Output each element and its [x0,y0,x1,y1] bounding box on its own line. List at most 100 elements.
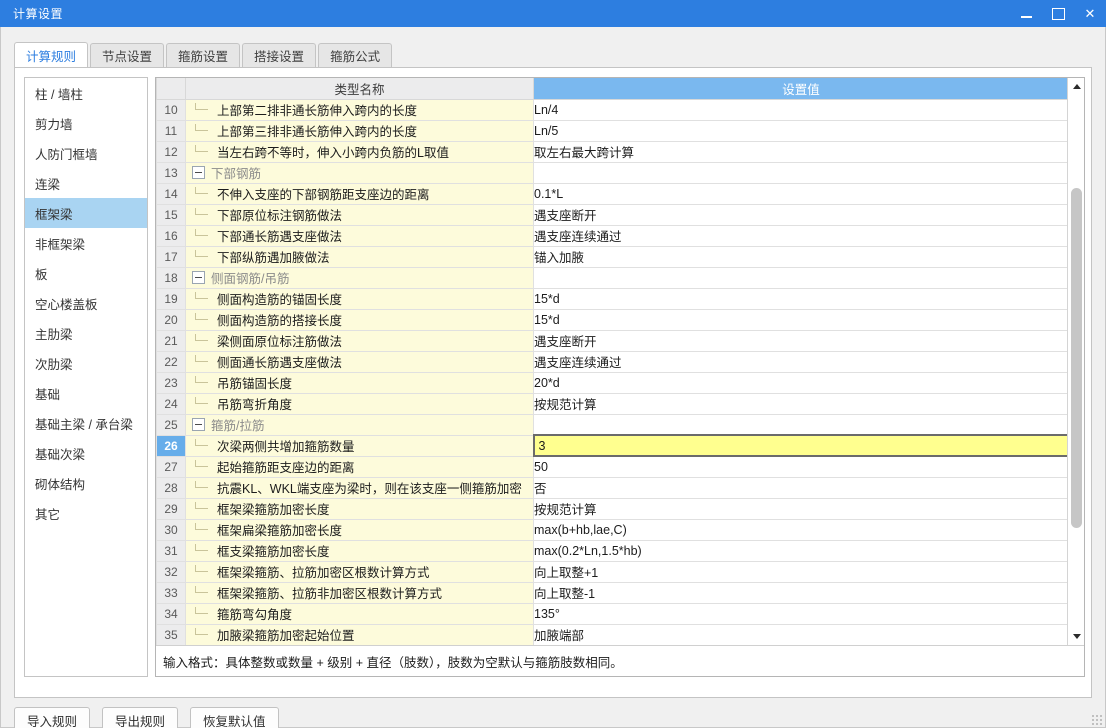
type-name-cell[interactable]: 框支梁箍筋加密长度 [185,540,534,562]
collapse-minus-icon[interactable] [192,166,205,179]
row-number-cell[interactable]: 21 [156,330,186,352]
table-row[interactable]: 27 起始箍筋距支座边的距离 50 [156,456,1068,478]
type-name-cell[interactable]: 框架扁梁箍筋加密长度 [185,519,534,541]
table-row[interactable]: 16 下部通长筋遇支座做法 遇支座连续通过 [156,225,1068,247]
sidebar-item-11[interactable]: 基础主梁 / 承台梁 [25,408,147,438]
type-name-cell[interactable]: 抗震KL、WKL端支座为梁时，则在该支座一侧箍筋加密 [185,477,534,499]
table-row[interactable]: 26 次梁两侧共增加箍筋数量 3 [156,434,1068,457]
value-cell[interactable]: 遇支座断开 [533,204,1068,226]
table-row[interactable]: 35 加腋梁箍筋加密起始位置 加腋端部 [156,624,1068,645]
table-row[interactable]: 23 吊筋锚固长度 20*d [156,372,1068,394]
type-name-cell[interactable]: 上部第三排非通长筋伸入跨内的长度 [185,120,534,142]
table-row[interactable]: 19 侧面构造筋的锚固长度 15*d [156,288,1068,310]
type-name-cell[interactable]: 次梁两侧共增加箍筋数量 [185,435,534,457]
sidebar-item-4[interactable]: 框架梁 [25,198,147,228]
value-cell[interactable]: 遇支座连续通过 [533,225,1068,247]
table-row[interactable]: 33 框架梁箍筋、拉筋非加密区根数计算方式 向上取整-1 [156,582,1068,604]
row-number-cell[interactable]: 22 [156,351,186,373]
table-row[interactable]: 14 不伸入支座的下部钢筋距支座边的距离 0.1*L [156,183,1068,205]
sidebar-category-list[interactable]: 柱 / 墙柱 剪力墙 人防门框墙 连梁 框架梁 非框架梁板空心楼盖板 主肋梁 次肋梁 基础 基础主… [24,77,148,677]
row-number-cell[interactable]: 10 [156,99,186,121]
scroll-down-arrow-icon[interactable] [1068,628,1084,645]
column-header-name[interactable]: 类型名称 [185,78,534,100]
value-cell[interactable] [533,414,1068,436]
row-number-cell[interactable]: 28 [156,477,186,499]
value-cell[interactable]: 取左右最大跨计算 [533,141,1068,163]
sidebar-item-14[interactable]: 其它 [25,498,147,528]
tab-3[interactable]: 搭接设置 [242,43,317,67]
row-number-cell[interactable]: 20 [156,309,186,331]
row-number-cell[interactable]: 15 [156,204,186,226]
table-row[interactable]: 12 当左右跨不等时，伸入小跨内负筋的L取值 取左右最大跨计算 [156,141,1068,163]
type-name-cell[interactable]: 箍筋弯勾角度 [185,603,534,625]
row-number-cell[interactable]: 14 [156,183,186,205]
tab-0[interactable]: 计算规则 [14,42,89,67]
vertical-scrollbar[interactable] [1067,78,1084,645]
type-name-cell[interactable]: 不伸入支座的下部钢筋距支座边的距离 [185,183,534,205]
value-cell[interactable]: 15*d [533,288,1068,310]
value-cell-editing[interactable]: 3 [532,434,1068,457]
scrollbar-thumb[interactable] [1071,188,1082,528]
row-number-cell[interactable]: 35 [156,624,186,645]
table-row[interactable]: 28 抗震KL、WKL端支座为梁时，则在该支座一侧箍筋加密否 [156,477,1068,499]
value-cell[interactable]: 20*d [533,372,1068,394]
table-row[interactable]: 13 下部钢筋 [156,162,1068,184]
sidebar-item-6[interactable]: 板 [25,258,147,288]
table-row[interactable]: 20 侧面构造筋的搭接长度 15*d [156,309,1068,331]
type-name-cell[interactable]: 框架梁箍筋加密长度 [185,498,534,520]
table-row[interactable]: 15 下部原位标注钢筋做法 遇支座断开 [156,204,1068,226]
table-row[interactable]: 18 侧面钢筋/吊筋 [156,267,1068,289]
row-number-cell[interactable]: 19 [156,288,186,310]
value-cell[interactable]: 15*d [533,309,1068,331]
type-name-cell[interactable]: 起始箍筋距支座边的距离 [185,456,534,478]
tab-2[interactable]: 箍筋设置 [166,43,241,67]
table-row[interactable]: 32 框架梁箍筋、拉筋加密区根数计算方式 向上取整+1 [156,561,1068,583]
table-row[interactable]: 24 吊筋弯折角度 按规范计算 [156,393,1068,415]
resize-grip[interactable] [1091,714,1103,726]
table-row[interactable]: 21 梁侧面原位标注筋做法 遇支座断开 [156,330,1068,352]
value-cell[interactable] [533,267,1068,289]
table-row[interactable]: 17 下部纵筋遇加腋做法 锚入加腋 [156,246,1068,268]
type-name-cell[interactable]: 下部钢筋 [185,162,534,184]
type-name-cell[interactable]: 吊筋弯折角度 [185,393,534,415]
row-number-cell[interactable]: 23 [156,372,186,394]
table-row[interactable]: 22 侧面通长筋遇支座做法 遇支座连续通过 [156,351,1068,373]
sidebar-item-8[interactable]: 主肋梁 [25,318,147,348]
column-header-rownum[interactable] [156,78,186,100]
value-cell[interactable]: 锚入加腋 [533,246,1068,268]
row-number-cell[interactable]: 30 [156,519,186,541]
sidebar-item-3[interactable]: 连梁 [25,168,147,198]
row-number-cell[interactable]: 25 [156,414,186,436]
type-name-cell[interactable]: 下部原位标注钢筋做法 [185,204,534,226]
row-number-cell[interactable]: 32 [156,561,186,583]
type-name-cell[interactable]: 上部第二排非通长筋伸入跨内的长度 [185,99,534,121]
type-name-cell[interactable]: 侧面通长筋遇支座做法 [185,351,534,373]
value-cell[interactable]: 向上取整+1 [533,561,1068,583]
row-number-cell[interactable]: 24 [156,393,186,415]
value-cell[interactable]: 0.1*L [533,183,1068,205]
value-cell[interactable]: 按规范计算 [533,393,1068,415]
tab-4[interactable]: 箍筋公式 [318,43,393,67]
row-number-cell[interactable]: 13 [156,162,186,184]
type-name-cell[interactable]: 框架梁箍筋、拉筋加密区根数计算方式 [185,561,534,583]
row-number-cell[interactable]: 18 [156,267,186,289]
sidebar-item-5[interactable]: 非框架梁 [25,228,147,258]
tab-1[interactable]: 节点设置 [90,43,165,67]
table-row[interactable]: 31 框支梁箍筋加密长度 max(0.2*Ln,1.5*hb) [156,540,1068,562]
maximize-icon[interactable] [1042,0,1074,27]
sidebar-item-1[interactable]: 剪力墙 [25,108,147,138]
column-header-value[interactable]: 设置值 [533,78,1068,100]
value-cell[interactable] [533,162,1068,184]
value-cell[interactable]: 按规范计算 [533,498,1068,520]
row-number-cell[interactable]: 34 [156,603,186,625]
value-cell[interactable]: Ln/5 [533,120,1068,142]
footer-button-2[interactable]: 恢复默认值 [190,707,279,728]
table-row[interactable]: 25 箍筋/拉筋 [156,414,1068,436]
table-row[interactable]: 34 箍筋弯勾角度 135° [156,603,1068,625]
row-number-cell[interactable]: 27 [156,456,186,478]
value-cell[interactable]: 遇支座连续通过 [533,351,1068,373]
sidebar-item-9[interactable]: 次肋梁 [25,348,147,378]
value-cell[interactable]: 50 [533,456,1068,478]
table-row[interactable]: 11 上部第三排非通长筋伸入跨内的长度 Ln/5 [156,120,1068,142]
sidebar-item-2[interactable]: 人防门框墙 [25,138,147,168]
